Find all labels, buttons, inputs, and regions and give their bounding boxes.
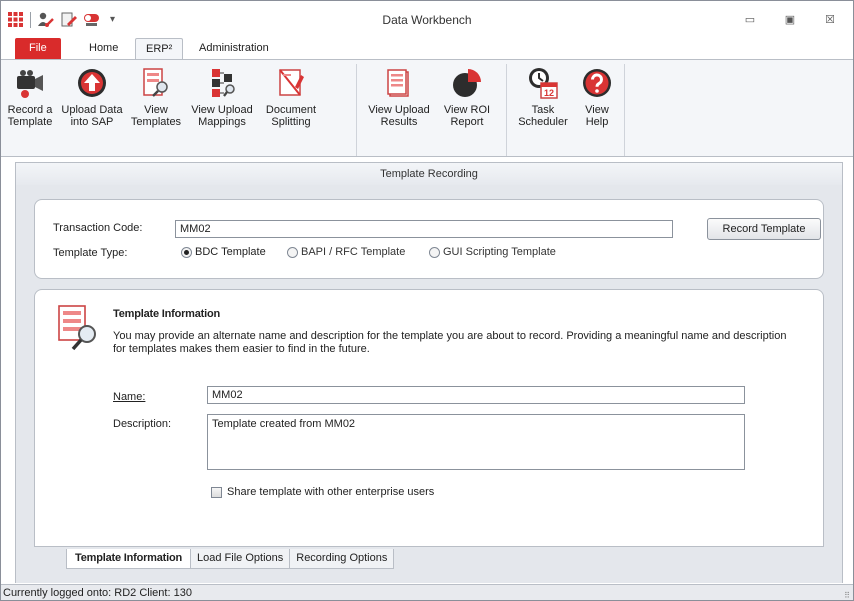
description-textarea[interactable]: Template created from MM02 bbox=[207, 414, 745, 470]
name-label: Name: bbox=[113, 391, 146, 403]
view-roi-report-button[interactable]: View ROI Report bbox=[435, 64, 499, 148]
record-template-label: Record a Template bbox=[7, 104, 53, 128]
template-info-panel: Template Information You may provide an … bbox=[34, 289, 824, 547]
status-text: Currently logged onto: RD2 Client: 130 bbox=[3, 587, 192, 599]
pie-chart-icon bbox=[450, 66, 484, 100]
view-roi-report-label: View ROI Report bbox=[443, 104, 491, 128]
view-templates-label: View Templates bbox=[130, 104, 182, 128]
upload-data-label: Upload Data into SAP bbox=[61, 104, 123, 128]
document-splitting-button[interactable]: Document Splitting bbox=[259, 64, 323, 148]
tab-load-file-options[interactable]: Load File Options bbox=[190, 549, 291, 569]
document-splitting-label: Document Splitting bbox=[265, 104, 317, 128]
name-input[interactable] bbox=[207, 386, 745, 404]
resize-grip-icon[interactable]: ⠿ bbox=[844, 588, 850, 600]
results-report-icon bbox=[382, 66, 416, 100]
checkbox-unchecked-icon bbox=[211, 486, 222, 498]
view-upload-results-label: View Upload Results bbox=[368, 104, 430, 128]
ribbon-group-divider bbox=[624, 64, 625, 156]
ribbon-group-templates: Record a Template Upload Data into SAP V… bbox=[3, 64, 357, 156]
transaction-code-label: Transaction Code: bbox=[53, 222, 143, 234]
document-splitting-icon bbox=[274, 66, 308, 100]
tab-erp[interactable]: ERP² bbox=[135, 38, 184, 60]
window-controls: ▭ ▣ ☒ bbox=[737, 9, 843, 29]
ribbon-group-divider bbox=[356, 64, 357, 156]
description-label: Description: bbox=[113, 418, 172, 430]
view-help-label: View Help bbox=[585, 104, 609, 128]
mappings-icon bbox=[205, 66, 239, 100]
radio-unselected-icon bbox=[287, 246, 298, 258]
radio-bdc-template[interactable]: BDC Template bbox=[181, 246, 266, 258]
template-info-description: You may provide an alternate name and de… bbox=[113, 330, 787, 355]
window-title: Data Workbench bbox=[382, 13, 472, 27]
upload-arrow-icon bbox=[75, 66, 109, 100]
status-bar: Currently logged onto: RD2 Client: 130 ⠿ bbox=[1, 584, 853, 600]
bottom-tab-strip: Template Information Load File Options R… bbox=[66, 549, 395, 569]
task-scheduler-button[interactable]: 12 Task Scheduler bbox=[513, 64, 573, 148]
tab-administration[interactable]: Administration bbox=[189, 38, 279, 59]
record-template-button[interactable]: Record a Template bbox=[3, 64, 57, 148]
radio-bdc-label: BDC Template bbox=[195, 246, 266, 258]
template-info-icon bbox=[57, 304, 103, 355]
tab-home[interactable]: Home bbox=[79, 38, 128, 59]
ribbon: Record a Template Upload Data into SAP V… bbox=[1, 59, 853, 157]
view-upload-mappings-button[interactable]: View Upload Mappings bbox=[185, 64, 259, 148]
record-template-submit-button[interactable]: Record Template bbox=[707, 218, 821, 240]
tab-recording-options[interactable]: Recording Options bbox=[289, 549, 395, 569]
video-camera-icon bbox=[13, 66, 47, 100]
radio-bapi-label: BAPI / RFC Template bbox=[301, 246, 406, 258]
radio-gui-scripting-template[interactable]: GUI Scripting Template bbox=[429, 246, 556, 258]
share-template-label: Share template with other enterprise use… bbox=[227, 486, 435, 498]
minimize-icon[interactable]: ▭ bbox=[737, 9, 763, 29]
template-info-title: Template Information bbox=[113, 308, 221, 320]
view-help-button[interactable]: View Help bbox=[573, 64, 621, 148]
task-scheduler-label: Task Scheduler bbox=[518, 104, 568, 128]
ribbon-group-tools: 12 Task Scheduler View Help bbox=[513, 64, 625, 156]
radio-unselected-icon bbox=[429, 246, 440, 258]
close-icon[interactable]: ☒ bbox=[817, 9, 843, 29]
scheduler-badge: 12 bbox=[544, 88, 554, 98]
ribbon-group-results: View Upload Results View ROI Report bbox=[363, 64, 507, 156]
share-template-checkbox[interactable]: Share template with other enterprise use… bbox=[211, 486, 434, 498]
tab-template-information[interactable]: Template Information bbox=[66, 549, 192, 569]
title-bar: ▾ Data Workbench ▭ ▣ ☒ bbox=[1, 1, 853, 37]
ribbon-tabs: File Home ERP² Administration bbox=[1, 37, 853, 60]
view-upload-mappings-label: View Upload Mappings bbox=[191, 104, 253, 128]
template-type-label: Template Type: bbox=[53, 247, 128, 259]
scheduler-icon: 12 bbox=[526, 66, 560, 100]
upload-data-button[interactable]: Upload Data into SAP bbox=[57, 64, 127, 148]
transaction-code-input[interactable] bbox=[175, 220, 673, 238]
tab-file[interactable]: File bbox=[15, 38, 61, 59]
app-window: ▾ Data Workbench ▭ ▣ ☒ File Home ERP² Ad… bbox=[0, 0, 854, 601]
view-templates-button[interactable]: View Templates bbox=[127, 64, 185, 148]
maximize-icon[interactable]: ▣ bbox=[777, 9, 803, 29]
help-icon bbox=[580, 66, 614, 100]
view-templates-icon bbox=[139, 66, 173, 100]
view-upload-results-button[interactable]: View Upload Results bbox=[363, 64, 435, 148]
section-header: Template Recording bbox=[15, 162, 843, 186]
ribbon-group-divider bbox=[506, 64, 507, 156]
radio-selected-icon bbox=[181, 246, 192, 258]
recording-panel: Transaction Code: Record Template Templa… bbox=[34, 199, 824, 279]
radio-gui-label: GUI Scripting Template bbox=[443, 246, 556, 258]
radio-bapi-rfc-template[interactable]: BAPI / RFC Template bbox=[287, 246, 405, 258]
content-area: Transaction Code: Record Template Templa… bbox=[15, 185, 843, 583]
